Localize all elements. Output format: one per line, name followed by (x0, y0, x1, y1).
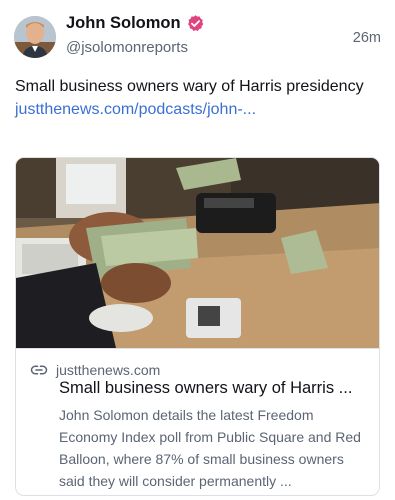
link-icon (30, 361, 48, 379)
card-description: John Solomon details the latest Freedom … (59, 407, 361, 489)
card-domain-row: justthenews.com (30, 361, 160, 379)
card-domain: justthenews.com (56, 362, 161, 378)
avatar[interactable] (14, 16, 56, 58)
post-timestamp[interactable]: 26m (353, 30, 381, 46)
card-meta: justthenews.com Small business owners wa… (16, 348, 379, 495)
post-body: Small business owners wary of Harris pre… (15, 75, 375, 121)
card-title[interactable]: Small business owners wary of Harris ... (59, 379, 371, 398)
card-image[interactable] (16, 158, 380, 348)
verified-badge-icon (186, 14, 205, 33)
author-display-name[interactable]: John Solomon (66, 14, 181, 33)
author-name-row[interactable]: John Solomon (66, 14, 205, 33)
post-text: Small business owners wary of Harris pre… (15, 78, 364, 95)
post-link[interactable]: justthenews.com/podcasts/john-... (15, 101, 256, 118)
author-handle[interactable]: @jsolomonreports (66, 39, 188, 56)
link-preview-card[interactable]: justthenews.com Small business owners wa… (15, 157, 380, 496)
post-header: John Solomon @jsolomonreports 26m (12, 12, 381, 62)
